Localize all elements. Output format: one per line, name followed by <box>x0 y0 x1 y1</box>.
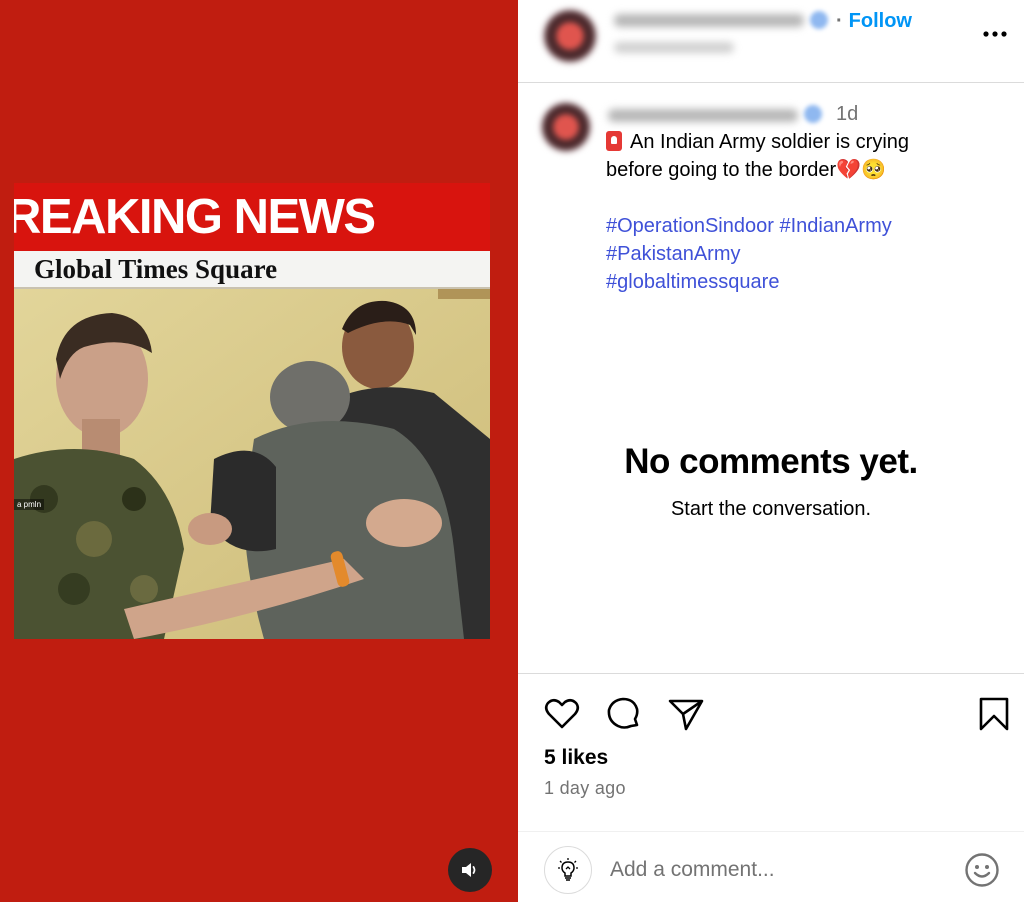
breaking-news-text: REAKING NEWS <box>14 190 376 244</box>
caption-area: 1d An Indian Army soldier is crying befo… <box>518 83 1024 673</box>
bookmark-icon[interactable] <box>974 694 1014 734</box>
video-scene-image <box>14 289 490 639</box>
post-age[interactable]: 1 day ago <box>544 778 626 799</box>
caption-verified-badge-icon <box>804 105 822 123</box>
video-watermark: a pmln <box>14 499 45 510</box>
channel-banner: Global Times Square <box>14 251 490 289</box>
speaker-icon <box>462 863 476 877</box>
likes-count[interactable]: 5 likes <box>544 746 608 770</box>
hashtag-list: #OperationSindoor #IndianArmy #PakistanA… <box>606 212 1006 296</box>
follow-label: Follow <box>848 10 912 32</box>
author-avatar[interactable] <box>542 8 598 64</box>
post-header: · Follow <box>518 0 1024 83</box>
separator-dot: · <box>836 10 843 32</box>
caption-username-blurred[interactable] <box>608 109 798 122</box>
comment-composer <box>518 831 1024 902</box>
lightbulb-button[interactable] <box>544 846 592 894</box>
caption-author-avatar[interactable] <box>540 101 592 153</box>
hashtag-link[interactable]: #OperationSindoor <box>606 215 774 237</box>
heart-icon[interactable] <box>542 694 582 734</box>
author-username-blurred[interactable] <box>614 14 804 27</box>
media-panel[interactable]: REAKING NEWS Global Times Square a pmln <box>0 0 518 902</box>
verified-badge-icon <box>810 11 828 29</box>
emoji-icon[interactable] <box>964 852 1000 888</box>
lightbulb-icon <box>558 858 578 881</box>
no-comments-title: No comments yet. <box>624 442 918 481</box>
hashtag-line-1: #OperationSindoor #IndianArmy <box>606 212 1006 240</box>
hashtag-link[interactable]: #globaltimessquare <box>606 271 779 293</box>
follow-button[interactable]: · Follow <box>836 10 912 33</box>
hashtag-link[interactable]: #PakistanArmy <box>606 243 741 265</box>
comment-input[interactable] <box>610 852 940 888</box>
siren-emoji-icon <box>606 131 622 151</box>
hashtag-line-2: #PakistanArmy <box>606 240 1006 268</box>
caption-text: An Indian Army soldier is crying before … <box>606 128 1006 296</box>
hashtag-link[interactable]: #IndianArmy <box>779 215 891 237</box>
caption-line-1: An Indian Army soldier is crying <box>606 128 1006 156</box>
audio-label-blurred[interactable] <box>614 42 734 53</box>
post-timestamp[interactable]: 1d <box>836 103 858 126</box>
more-horizontal-icon[interactable] <box>980 18 1010 48</box>
channel-name: Global Times Square <box>34 254 278 284</box>
caption-line-1-text: An Indian Army soldier is crying <box>630 131 910 153</box>
hashtag-line-3: #globaltimessquare <box>606 268 1006 296</box>
paper-plane-icon[interactable] <box>666 694 706 734</box>
no-comments-subtitle: Start the conversation. <box>670 498 872 520</box>
action-bar: 5 likes 1 day ago <box>518 673 1024 831</box>
post-side-panel: · Follow 1d An Indian Army soldier is cry… <box>518 0 1024 902</box>
comment-bubble-icon[interactable] <box>604 694 644 734</box>
breaking-news-banner: REAKING NEWS <box>14 183 490 251</box>
video-frame[interactable]: REAKING NEWS Global Times Square a pmln <box>14 183 490 639</box>
caption-emoji: 💔🥺 <box>836 159 886 181</box>
caption-line-2-text: before going to the border <box>606 159 837 181</box>
caption-line-2: before going to the border💔🥺 <box>606 156 1006 184</box>
mute-button[interactable] <box>448 848 492 892</box>
